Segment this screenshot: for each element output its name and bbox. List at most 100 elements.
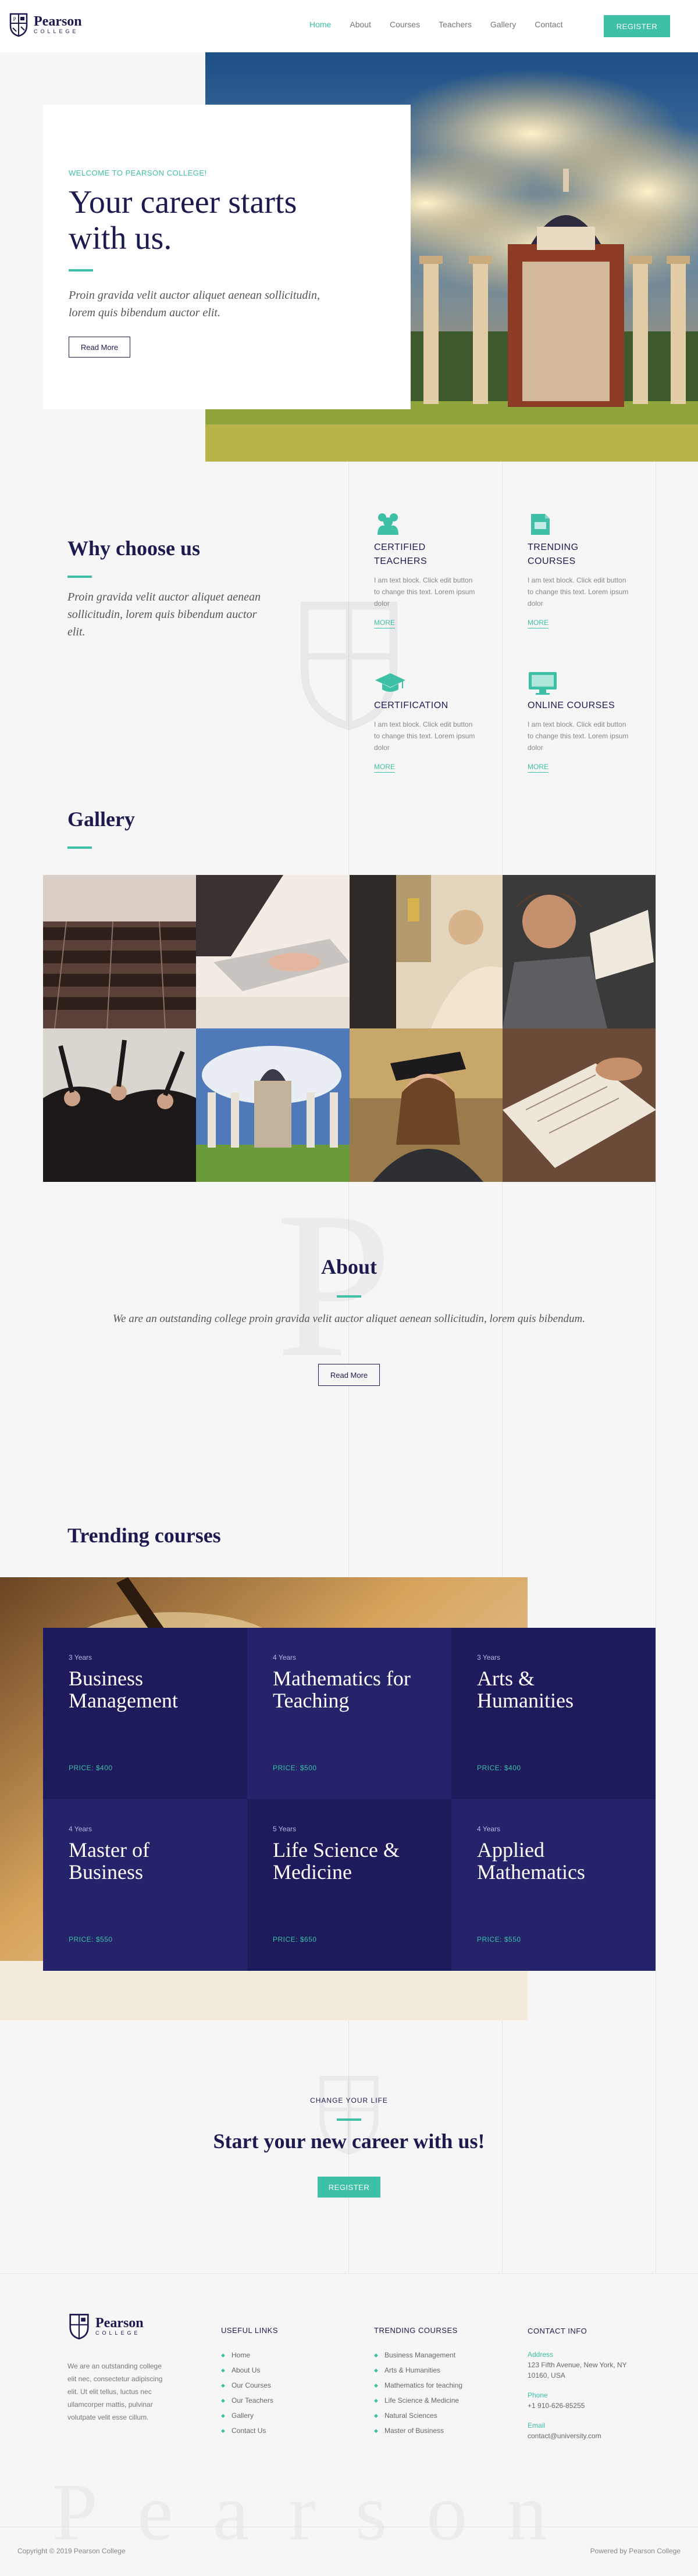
about-read-more-button[interactable]: Read More (318, 1364, 380, 1386)
course-years: 5 Years (273, 1825, 297, 1833)
crest-icon: P (9, 13, 28, 37)
nav-courses[interactable]: Courses (390, 20, 420, 29)
footer-link[interactable]: ◆ Our Courses (221, 2378, 278, 2393)
footer-link-label: Our Courses (232, 2381, 272, 2389)
logo[interactable]: P Pearson COLLEGE (8, 12, 82, 37)
footer-link-label: Business Management (384, 2351, 456, 2359)
course-years: 3 Years (69, 1653, 92, 1662)
course-card[interactable]: 4 Years Master of Business PRICE: $550 (43, 1799, 247, 1971)
contact-address-line1: 123 Fifth Avenue, New York, NY (528, 2361, 627, 2369)
feature-more-link[interactable]: MORE (528, 763, 549, 773)
register-button[interactable]: REGISTER (604, 15, 670, 37)
nav-teachers[interactable]: Teachers (439, 20, 472, 29)
gallery-photo-notes[interactable] (502, 1028, 656, 1182)
course-title: Mathematics for Teaching (273, 1667, 426, 1712)
contact-phone[interactable]: +1 910-626-85255 (528, 2400, 627, 2411)
contact-email[interactable]: contact@university.com (528, 2431, 627, 2441)
footer-link[interactable]: ◆ Contact Us (221, 2423, 278, 2438)
course-years: 4 Years (69, 1825, 92, 1833)
footer-link-label: Natural Sciences (384, 2411, 437, 2420)
feature-online-courses: ONLINE COURSES I am text block. Click ed… (528, 670, 632, 773)
teachers-icon (374, 512, 479, 537)
course-card[interactable]: 3 Years Business Management PRICE: $400 (43, 1628, 247, 1799)
hero-read-more-button[interactable]: Read More (69, 337, 130, 358)
course-price: PRICE: $650 (273, 1935, 317, 1943)
gallery-photo-laptop[interactable] (196, 875, 350, 1028)
footer-col-title: TRENDING COURSES (374, 2326, 458, 2335)
footer-link-label: About Us (232, 2366, 261, 2374)
cta-register-button[interactable]: REGISTER (318, 2177, 380, 2198)
course-card[interactable]: 3 Years Arts & Humanities PRICE: $400 (451, 1628, 656, 1799)
cta-eyebrow: CHANGE YOUR LIFE (310, 2096, 388, 2105)
footer-logo[interactable]: Pearson COLLEGE (67, 2312, 144, 2340)
feature-title: TRENDING COURSES (528, 541, 632, 569)
footer-link[interactable]: ◆ Mathematics for teaching (374, 2378, 462, 2393)
course-price: PRICE: $500 (273, 1764, 317, 1772)
course-card[interactable]: 4 Years Applied Mathematics PRICE: $550 (451, 1799, 656, 1971)
footer-link[interactable]: ◆ Business Management (374, 2348, 462, 2363)
nav-contact[interactable]: Contact (535, 20, 562, 29)
feature-text: I am text block. Click edit button to ch… (528, 576, 629, 608)
course-title: Business Management (69, 1667, 222, 1712)
nav-about[interactable]: About (350, 20, 371, 29)
graduation-cap-icon (374, 670, 479, 695)
diamond-icon: ◆ (374, 2398, 378, 2403)
footer-col-title: CONTACT INFO (528, 2327, 587, 2335)
courses-grid: 3 Years Business Management PRICE: $400 4… (43, 1628, 656, 1971)
copyright-bar: Copyright © 2019 Pearson College Powered… (0, 2527, 698, 2576)
brand-name: Pearson (95, 2316, 144, 2331)
footer-link[interactable]: ◆ About Us (221, 2363, 278, 2378)
footer-link[interactable]: ◆ Natural Sciences (374, 2408, 462, 2423)
brand-sub: COLLEGE (34, 28, 79, 34)
gallery-photo-campus[interactable] (196, 1028, 350, 1182)
cta-title: Start your new career with us! (213, 2130, 485, 2153)
why-text: Proin gravida velit auctor aliquet aenea… (67, 591, 261, 638)
gallery-photo-graduate[interactable] (349, 1028, 503, 1182)
footer-link[interactable]: ◆ Home (221, 2348, 278, 2363)
course-card[interactable]: 5 Years Life Science & Medicine PRICE: $6… (247, 1799, 451, 1971)
diamond-icon: ◆ (221, 2398, 225, 2403)
course-title: Applied Mathematics (477, 1839, 630, 1883)
hero-text: Proin gravida velit auctor aliquet aenea… (69, 289, 320, 319)
nav-home[interactable]: Home (309, 20, 331, 29)
footer-link[interactable]: ◆ Our Teachers (221, 2393, 278, 2408)
book-icon (528, 512, 632, 537)
course-card[interactable]: 4 Years Mathematics for Teaching PRICE: $… (247, 1628, 451, 1799)
course-title-line1: Arts & (477, 1667, 535, 1690)
course-title-line1: Mathematics for (273, 1667, 411, 1690)
accent-line (69, 269, 93, 271)
feature-certification: CERTIFICATION I am text block. Click edi… (374, 670, 479, 773)
crest-icon (69, 2314, 89, 2340)
accent-line (337, 2118, 361, 2121)
gallery-photo-lecture-hall[interactable] (43, 875, 197, 1028)
feature-more-link[interactable]: MORE (528, 619, 549, 628)
feature-more-link[interactable]: MORE (374, 619, 395, 628)
course-title: Master of Business (69, 1839, 222, 1883)
diamond-icon: ◆ (374, 2367, 378, 2373)
footer-link[interactable]: ◆ Master of Business (374, 2423, 462, 2438)
feature-title-line1: CERTIFIED (374, 542, 426, 552)
brand-sub: COLLEGE (95, 2330, 141, 2336)
hero-eyebrow: WELCOME TO PEARSON COLLEGE! (69, 169, 207, 177)
diamond-icon: ◆ (374, 2428, 378, 2434)
page: P Pearson COLLEGE Home About Courses Tea… (0, 0, 698, 2576)
gallery-photo-graduation[interactable] (43, 1028, 197, 1182)
footer-link[interactable]: ◆ Gallery (221, 2408, 278, 2423)
contact-address-line2: 10160, USA (528, 2371, 565, 2380)
about-title: About (320, 1255, 378, 1278)
diamond-icon: ◆ (221, 2382, 225, 2388)
feature-trending-courses: TRENDING COURSES I am text block. Click e… (528, 512, 632, 628)
footer-link-label: Gallery (232, 2411, 254, 2420)
nav-gallery[interactable]: Gallery (490, 20, 516, 29)
footer-link-label: Home (232, 2351, 251, 2359)
why-title: Why choose us (67, 537, 201, 560)
feature-text: I am text block. Click edit button to ch… (374, 576, 475, 608)
course-title: Arts & Humanities (477, 1667, 630, 1712)
gallery-photo-reading[interactable] (502, 875, 656, 1028)
feature-more-link[interactable]: MORE (374, 763, 395, 773)
footer-link[interactable]: ◆ Arts & Humanities (374, 2363, 462, 2378)
course-title-line2: Teaching (273, 1689, 350, 1712)
footer-link[interactable]: ◆ Life Science & Medicine (374, 2393, 462, 2408)
footer-link-label: Contact Us (232, 2427, 266, 2435)
gallery-photo-student-desk[interactable] (349, 875, 503, 1028)
